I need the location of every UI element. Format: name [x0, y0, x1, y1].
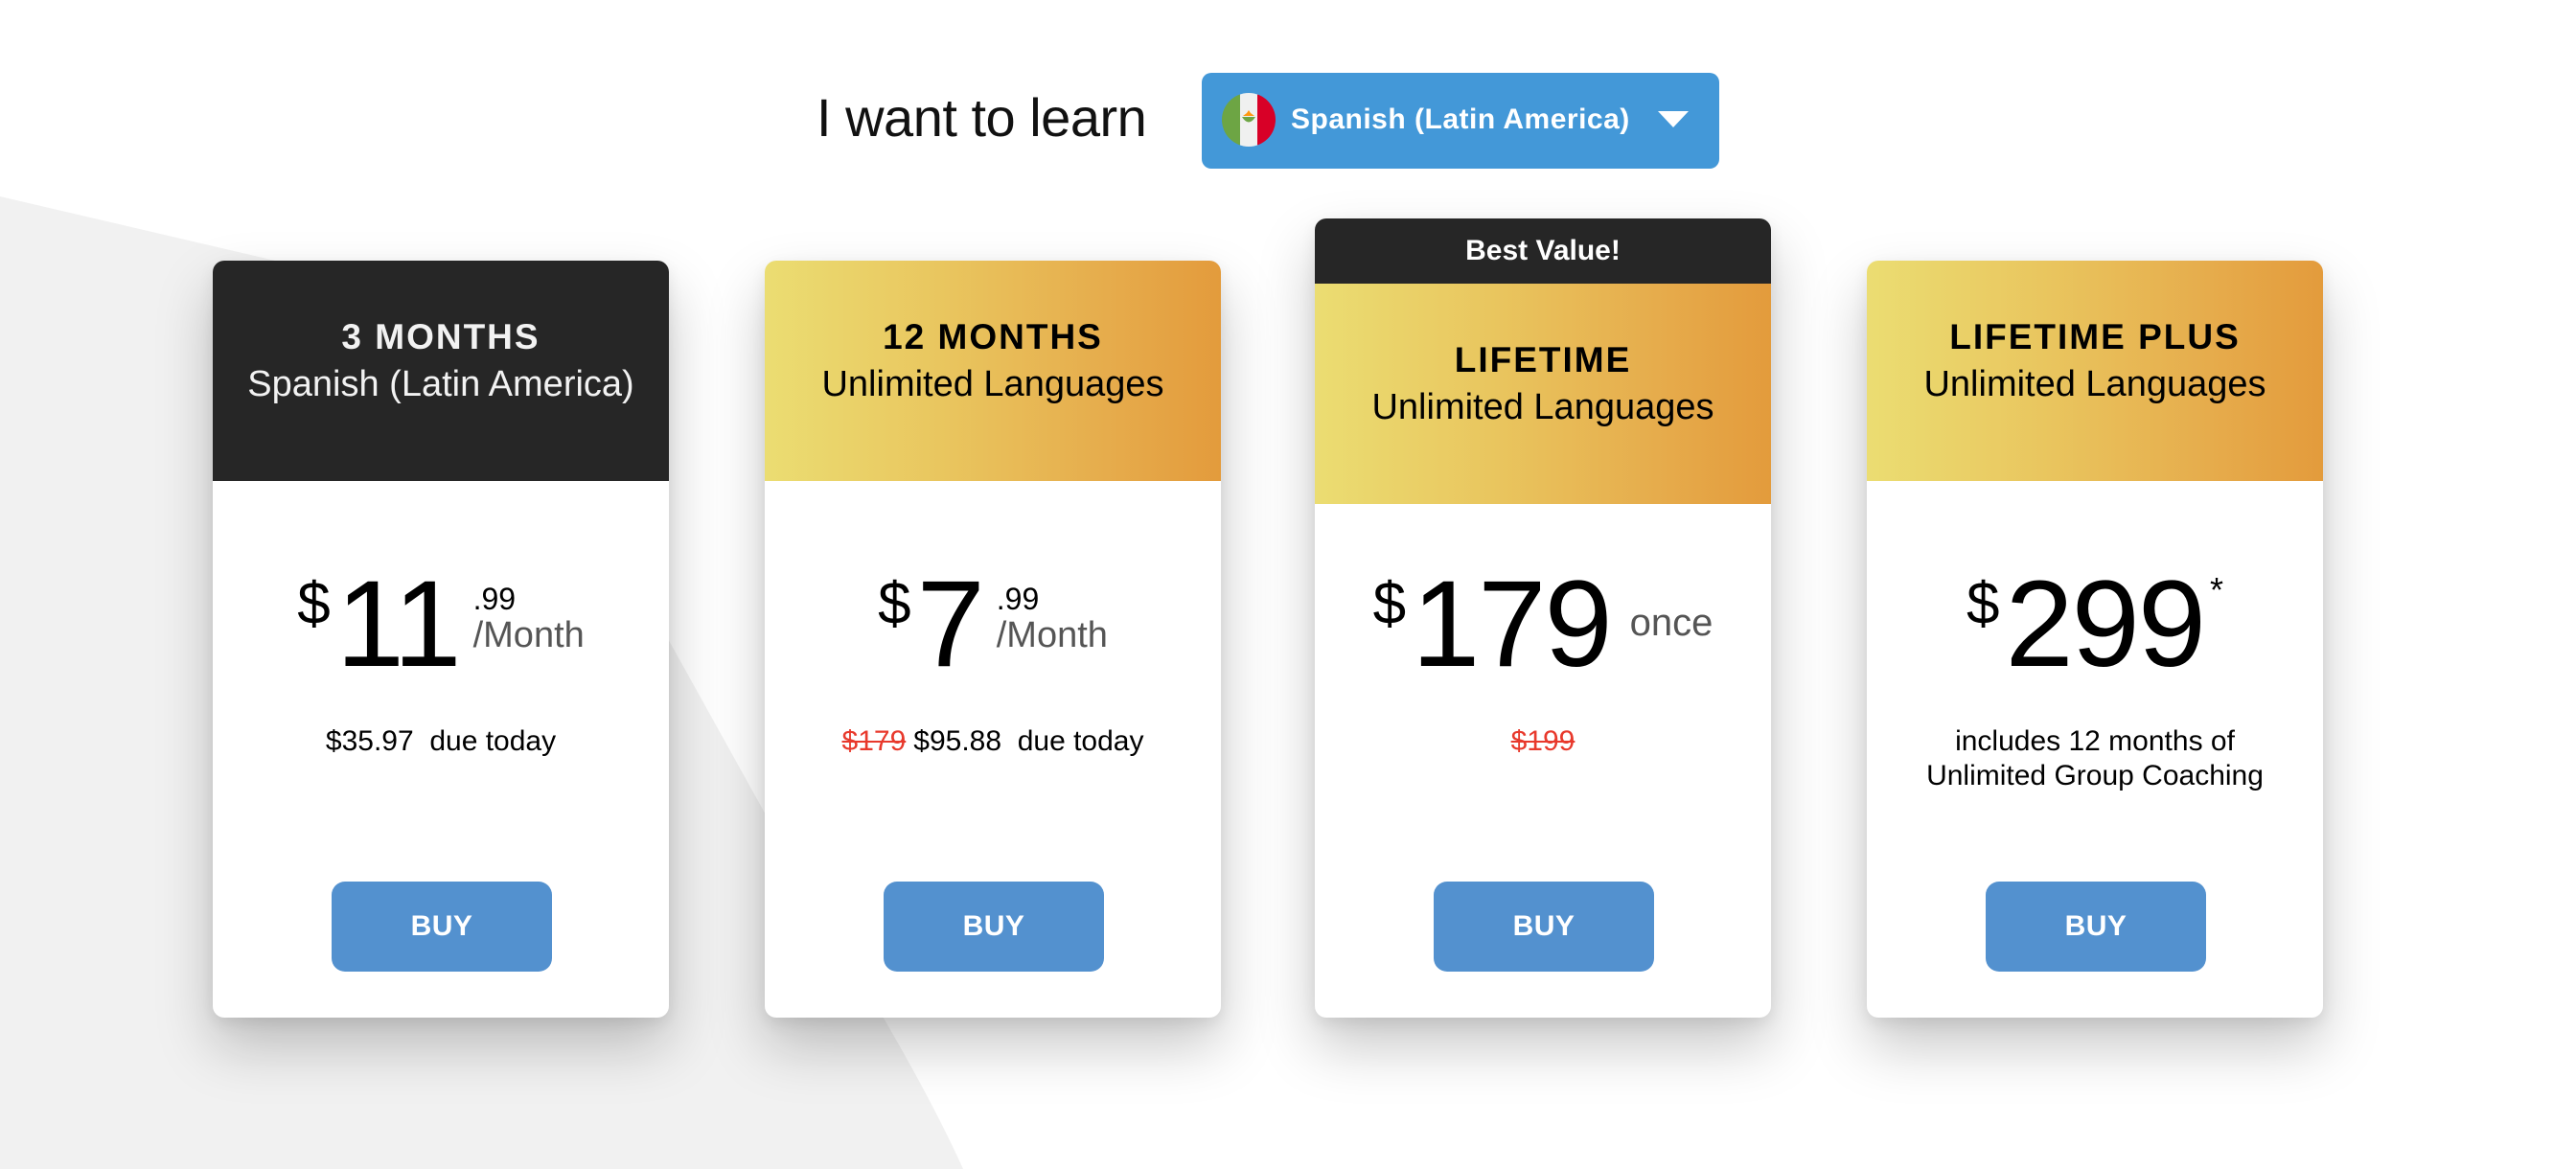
plan-title: 12 MONTHS	[883, 317, 1103, 356]
language-picker-row: I want to learn Spanish (Latin America)	[0, 0, 2576, 192]
best-value-badge: Best Value!	[1315, 218, 1771, 284]
currency-symbol: $	[1372, 571, 1407, 637]
plan-subtitle: Unlimited Languages	[821, 364, 1164, 404]
original-price: $179	[841, 725, 907, 757]
plan-card-lifetime-plus: LIFETIME PLUS Unlimited Languages $ 299 …	[1867, 261, 2323, 1018]
price: $ 179 once	[1315, 556, 1771, 693]
learn-label: I want to learn	[816, 87, 1147, 148]
due-today-text: $95.88 due today	[913, 725, 1144, 757]
currency-symbol: $	[297, 571, 331, 637]
price-period: /Month	[472, 615, 585, 655]
original-price: $199	[1510, 725, 1576, 757]
original-price-note: $199	[1315, 724, 1771, 759]
price-amount: 299	[2005, 556, 2206, 693]
buy-button[interactable]: BUY	[1434, 882, 1654, 972]
plan-card-3-months: 3 MONTHS Spanish (Latin America) $ 11 .9…	[213, 261, 669, 1018]
price: $ 299 *	[1867, 556, 2323, 693]
plan-subtitle: Spanish (Latin America)	[247, 364, 634, 404]
due-today-note: $179 $95.88 due today	[765, 724, 1221, 759]
plan-header: 12 MONTHS Unlimited Languages	[765, 261, 1221, 481]
currency-symbol: $	[878, 571, 911, 637]
plan-header: LIFETIME Unlimited Languages	[1315, 284, 1771, 504]
coaching-note-line-2: Unlimited Group Coaching	[1926, 760, 2264, 791]
mexico-flag-icon	[1222, 93, 1276, 147]
price-cents: .99	[472, 582, 517, 616]
asterisk: *	[2210, 570, 2224, 609]
plan-subtitle: Unlimited Languages	[1923, 364, 2266, 404]
price: $ 7 .99 /Month	[765, 556, 1221, 693]
language-select-value: Spanish (Latin America)	[1291, 103, 1630, 135]
plan-header: LIFETIME PLUS Unlimited Languages	[1867, 261, 2323, 481]
plan-subtitle: Unlimited Languages	[1371, 387, 1714, 427]
price-amount: 179	[1412, 556, 1613, 693]
plan-title: LIFETIME	[1454, 340, 1632, 379]
price-suffix: once	[1629, 602, 1714, 644]
caret-down-icon	[1658, 111, 1689, 127]
plan-header: 3 MONTHS Spanish (Latin America)	[213, 261, 669, 481]
price-cents: .99	[996, 582, 1040, 616]
due-today-note: $35.97 due today	[325, 725, 557, 757]
buy-button[interactable]: BUY	[332, 882, 552, 972]
plan-card-lifetime: Best Value! LIFETIME Unlimited Languages…	[1315, 218, 1771, 1018]
plan-title: LIFETIME PLUS	[1949, 317, 2241, 356]
coaching-note: includes 12 months of Unlimited Group Co…	[1867, 724, 2323, 793]
plan-card-12-months: 12 MONTHS Unlimited Languages $ 7 .99 /M…	[765, 261, 1221, 1018]
coaching-note-line-1: includes 12 months of	[1955, 725, 2235, 757]
price-amount: 7	[916, 556, 985, 693]
plan-title: 3 MONTHS	[341, 317, 540, 356]
buy-button[interactable]: BUY	[1986, 882, 2206, 972]
currency-symbol: $	[1966, 571, 2000, 637]
price-period: /Month	[996, 615, 1108, 655]
price-amount: 11	[335, 556, 462, 693]
buy-button[interactable]: BUY	[884, 882, 1104, 972]
price: $ 11 .99 /Month	[213, 556, 669, 693]
